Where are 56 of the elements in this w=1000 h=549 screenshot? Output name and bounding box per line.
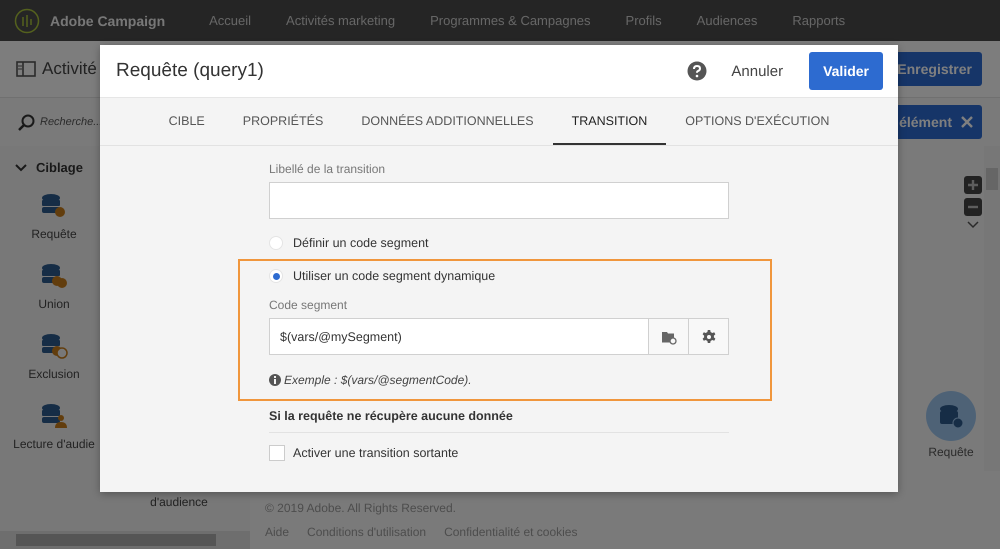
gear-icon <box>702 330 716 344</box>
browse-button[interactable] <box>649 318 689 355</box>
radio-label[interactable]: Utiliser un code segment dynamique <box>293 269 496 283</box>
hint-text: Exemple : $(vars/@segmentCode). <box>284 373 472 387</box>
nav-link[interactable]: Activités marketing <box>286 13 396 28</box>
activity-label[interactable]: Exclusion <box>28 367 80 381</box>
field-label: Libellé de la transition <box>269 162 386 176</box>
zoom-out-button[interactable] <box>964 198 982 216</box>
field-label: Code segment <box>269 298 348 312</box>
checkbox[interactable] <box>269 445 285 461</box>
activity-label[interactable]: d'audience <box>150 495 208 509</box>
radio-label[interactable]: Définir un code segment <box>293 236 428 250</box>
zoom-in-button[interactable] <box>964 176 982 194</box>
close-icon <box>960 115 974 129</box>
logo-icon <box>14 8 40 34</box>
checkbox-label[interactable]: Activer une transition sortante <box>293 446 458 460</box>
database-union-icon <box>40 263 68 289</box>
info-icon <box>269 374 281 386</box>
query-node[interactable] <box>926 391 976 441</box>
settings-button[interactable] <box>689 318 729 355</box>
chevron-down-icon <box>967 220 979 229</box>
sidebar-icon <box>16 60 36 78</box>
nav-link[interactable]: Profils <box>626 13 662 28</box>
node-label: Requête <box>928 445 974 459</box>
plus-icon <box>967 179 979 191</box>
help-icon[interactable] <box>687 61 708 81</box>
database-icon <box>40 193 68 219</box>
nav-link[interactable]: Audiences <box>696 13 758 28</box>
input-field[interactable] <box>269 182 729 219</box>
tab[interactable]: TRANSITION <box>552 98 666 145</box>
search-field[interactable]: Recherche... <box>40 116 104 128</box>
nav-link[interactable]: Programmes & Campagnes <box>430 13 591 28</box>
radio-button[interactable] <box>269 236 283 250</box>
scrollbar-thumb[interactable] <box>16 534 216 546</box>
tab[interactable]: PROPRIÉTÉS <box>224 98 342 145</box>
tab[interactable]: CIBLE <box>150 98 224 145</box>
search-icon <box>18 114 35 130</box>
tab[interactable]: OPTIONS D'EXÉCUTION <box>666 98 848 145</box>
cancel-button[interactable]: Annuler <box>727 58 788 84</box>
brand-name[interactable]: Adobe Campaign <box>50 12 166 28</box>
activity-label[interactable]: Lecture d'audie <box>13 437 95 451</box>
validate-button[interactable]: Valider <box>809 52 883 90</box>
dialog-title: Requête (query1) <box>116 60 265 82</box>
section-title[interactable]: Ciblage <box>36 160 83 175</box>
tab[interactable]: DONNÉES ADDITIONNELLES <box>342 98 553 145</box>
radio-button[interactable] <box>269 269 283 283</box>
database-icon <box>938 404 964 428</box>
activity-label[interactable]: Requête <box>31 227 77 241</box>
database-person-icon <box>40 403 68 429</box>
nav-link[interactable]: Rapports <box>792 13 846 28</box>
code-field[interactable]: $(vars/@mySegment) <box>269 318 649 355</box>
activity-label[interactable]: Union <box>38 297 70 311</box>
nav-link[interactable]: Accueil <box>209 13 252 28</box>
database-exclusion-icon <box>40 333 68 359</box>
page-title: Activité <box>42 59 97 79</box>
section-title: Si la requête ne récupère aucune donnée <box>269 409 729 433</box>
